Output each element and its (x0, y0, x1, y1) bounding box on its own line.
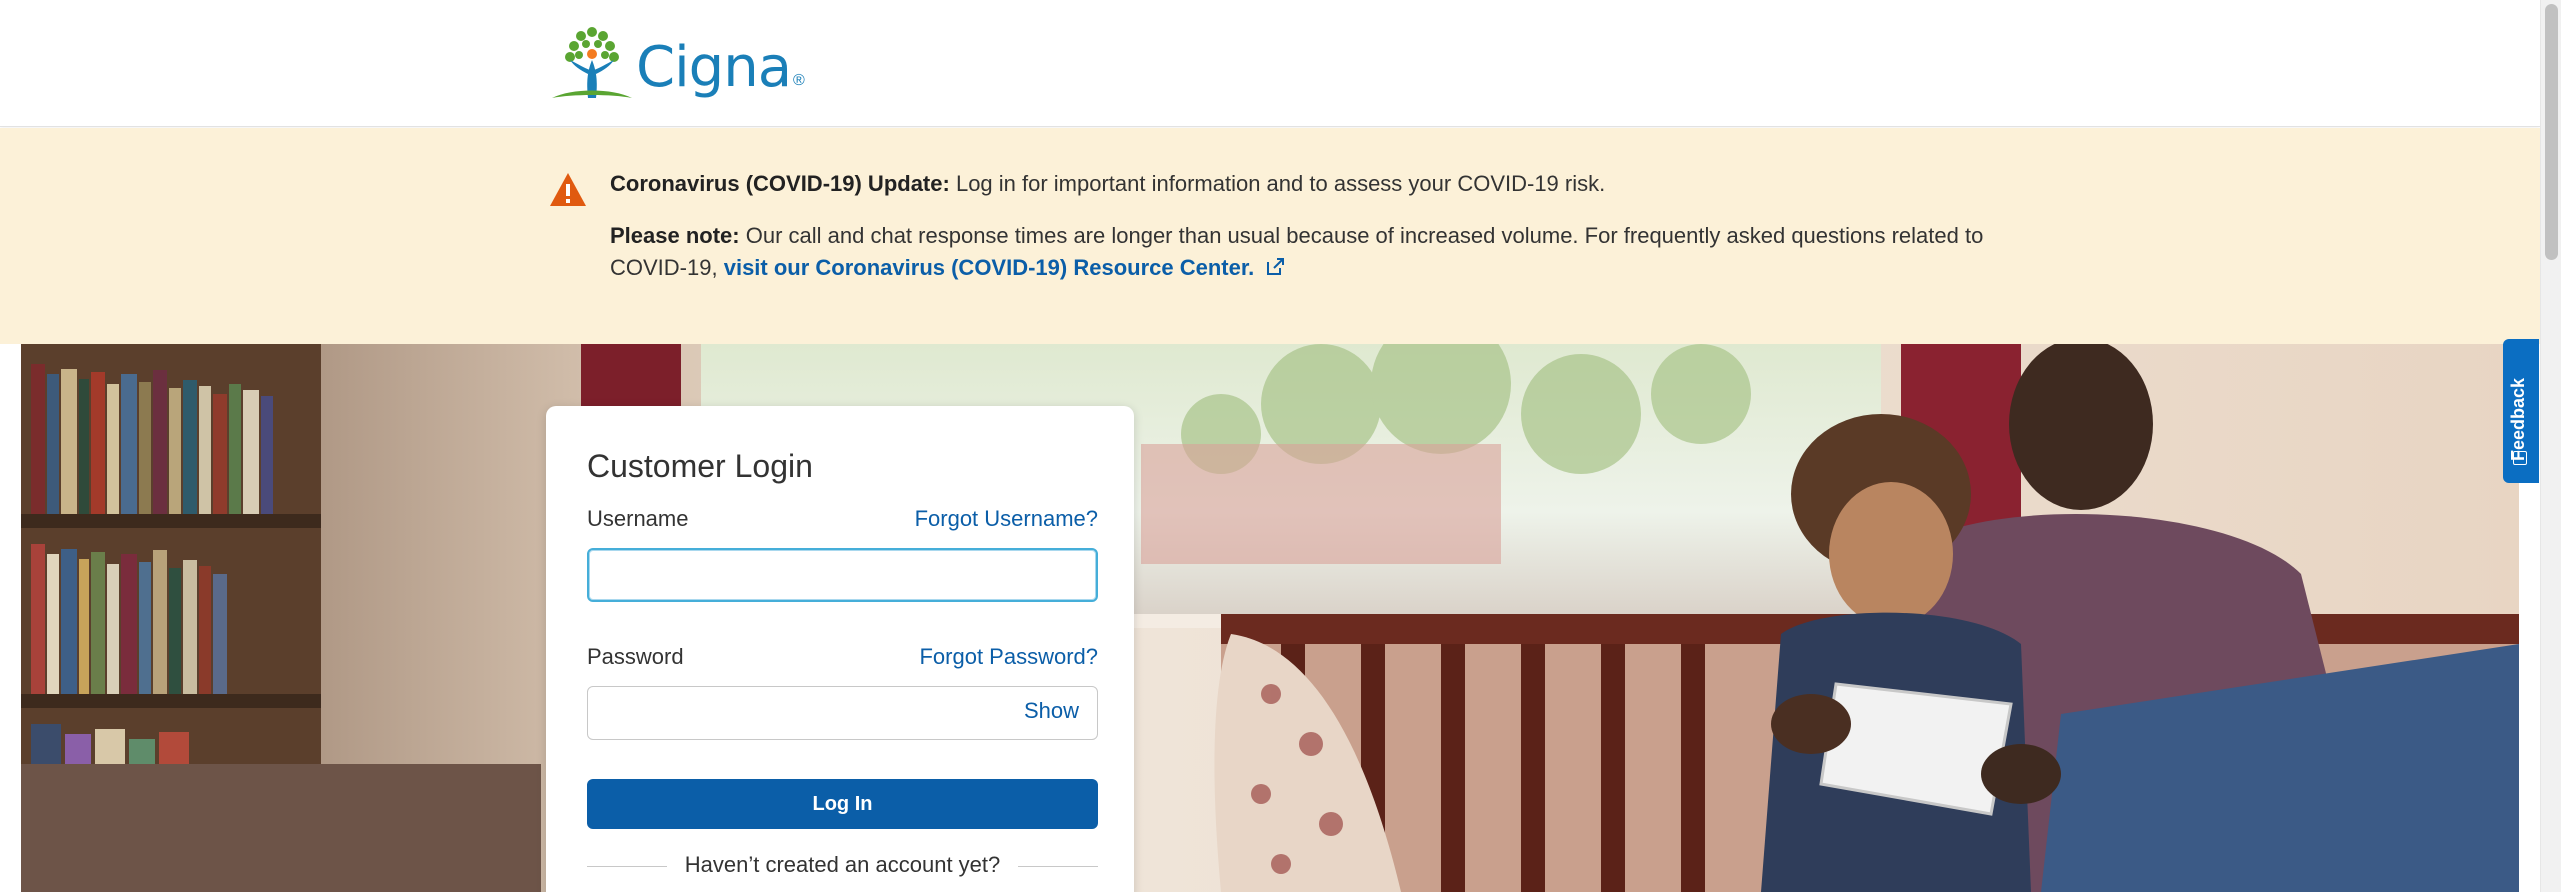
show-password-toggle[interactable]: Show (1024, 698, 1079, 724)
login-title: Customer Login (587, 448, 813, 484)
scrollbar-thumb[interactable] (2545, 4, 2558, 260)
resource-center-link[interactable]: visit our Coronavirus (COVID-19) Resourc… (724, 255, 1255, 280)
covid-update-line: Coronavirus (COVID-19) Update: Log in fo… (610, 168, 2010, 200)
password-label: Password (587, 644, 684, 669)
tree-of-life-icon (552, 27, 632, 98)
page-scrollbar[interactable] (2540, 0, 2561, 892)
password-input[interactable] (587, 686, 1098, 740)
covid-update-label: Coronavirus (COVID-19) Update: (610, 171, 950, 196)
page: Cigna ® Coronavirus (COVID-19) Update: L… (0, 0, 2561, 892)
covid-update-text: Log in for important information and to … (955, 171, 1606, 196)
feedback-label: Feedback (2508, 377, 2528, 461)
forgot-username-link[interactable]: Forgot Username? (878, 506, 1098, 532)
username-label: Username (587, 506, 689, 531)
external-link-icon[interactable] (1264, 256, 1286, 278)
alert-message: Coronavirus (COVID-19) Update: Log in fo… (610, 168, 2010, 304)
no-account-text: Haven’t created an account yet? (684, 852, 1001, 877)
cigna-logo[interactable]: Cigna ® (548, 22, 805, 104)
please-note-line: Please note: Our call and chat response … (610, 220, 2010, 284)
feedback-tab[interactable]: Feedback (2503, 339, 2539, 483)
username-input[interactable] (587, 548, 1098, 602)
registered-mark: ® (793, 72, 805, 89)
log-in-button[interactable]: Log In (587, 779, 1098, 829)
site-header: Cigna ® (0, 0, 2540, 127)
hero-photo (21, 344, 2519, 892)
forgot-password-link[interactable]: Forgot Password? (878, 644, 1098, 670)
warning-triangle-icon (550, 173, 586, 206)
please-note-label: Please note: (610, 223, 740, 248)
account-divider: Haven’t created an account yet? (587, 852, 1098, 882)
logo-wordmark: Cigna (636, 35, 792, 100)
customer-login-form: Customer Login Username Forgot Username?… (546, 406, 1134, 892)
